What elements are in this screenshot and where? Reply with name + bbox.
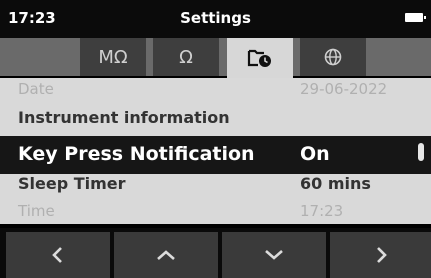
chevron-left-icon [52, 247, 62, 263]
key-press-notification-label: Key Press Notification [18, 143, 255, 165]
tab-megohm[interactable]: MΩ [80, 38, 146, 76]
nav-up-button[interactable] [114, 232, 218, 278]
time-value: 17:23 [300, 202, 344, 220]
sleep-timer-label: Sleep Timer [18, 174, 126, 193]
nav-down-button[interactable] [222, 232, 326, 278]
navigation-bar [0, 228, 431, 278]
settings-clock-icon [247, 47, 273, 69]
list-item-instrument-information[interactable]: Instrument information [0, 108, 431, 134]
settings-screen: 17:23 Settings MΩ Ω Date 29-06-2022 Inst… [0, 0, 431, 278]
status-bar: 17:23 Settings [0, 0, 431, 38]
chevron-right-icon [376, 247, 387, 263]
megohm-label: MΩ [98, 46, 128, 68]
list-item-date[interactable]: Date 29-06-2022 [0, 80, 431, 102]
list-item-sleep-timer[interactable]: Sleep Timer 60 mins [0, 174, 431, 198]
chevron-up-icon [157, 250, 175, 260]
tab-strip: MΩ Ω [0, 38, 431, 78]
tab-ohm[interactable]: Ω [153, 38, 219, 76]
date-value: 29-06-2022 [300, 80, 388, 98]
page-title: Settings [180, 9, 251, 27]
sleep-timer-value: 60 mins [300, 174, 371, 193]
list-item-key-press-notification[interactable]: Key Press Notification On [0, 136, 431, 174]
nav-left-button[interactable] [6, 232, 110, 278]
tab-settings[interactable] [227, 38, 293, 78]
instrument-information-label: Instrument information [18, 108, 230, 127]
tab-globe[interactable] [300, 38, 366, 76]
key-press-notification-value: On [300, 143, 330, 165]
scroll-indicator [418, 143, 424, 161]
settings-list: Date 29-06-2022 Instrument information K… [0, 78, 431, 224]
globe-icon [324, 48, 342, 66]
time-label: Time [18, 202, 55, 220]
battery-icon [405, 13, 426, 22]
date-label: Date [18, 80, 54, 98]
list-item-time[interactable]: Time 17:23 [0, 202, 431, 224]
nav-right-button[interactable] [330, 232, 431, 278]
chevron-down-icon [265, 250, 283, 260]
ohm-label: Ω [179, 46, 193, 68]
